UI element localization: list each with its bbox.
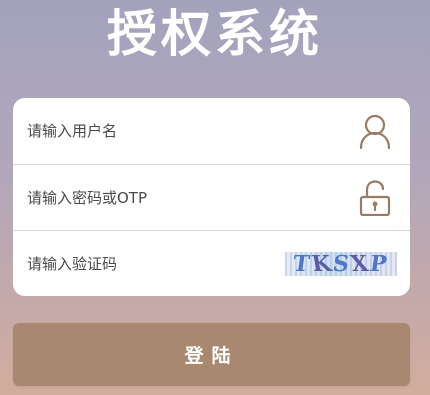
- username-input[interactable]: [27, 116, 287, 146]
- lock-icon: [359, 180, 391, 216]
- password-row: [13, 164, 410, 231]
- captcha-image[interactable]: T K S X P: [285, 251, 397, 277]
- app-title: 授权系统: [107, 5, 323, 63]
- user-icon: [359, 114, 391, 149]
- captcha-char: P: [368, 251, 391, 277]
- password-input[interactable]: [27, 183, 287, 213]
- login-form: T K S X P: [13, 98, 410, 296]
- captcha-input[interactable]: [27, 249, 287, 279]
- login-button[interactable]: 登陆: [13, 323, 410, 386]
- username-row: [13, 98, 410, 164]
- captcha-row: T K S X P: [13, 230, 410, 296]
